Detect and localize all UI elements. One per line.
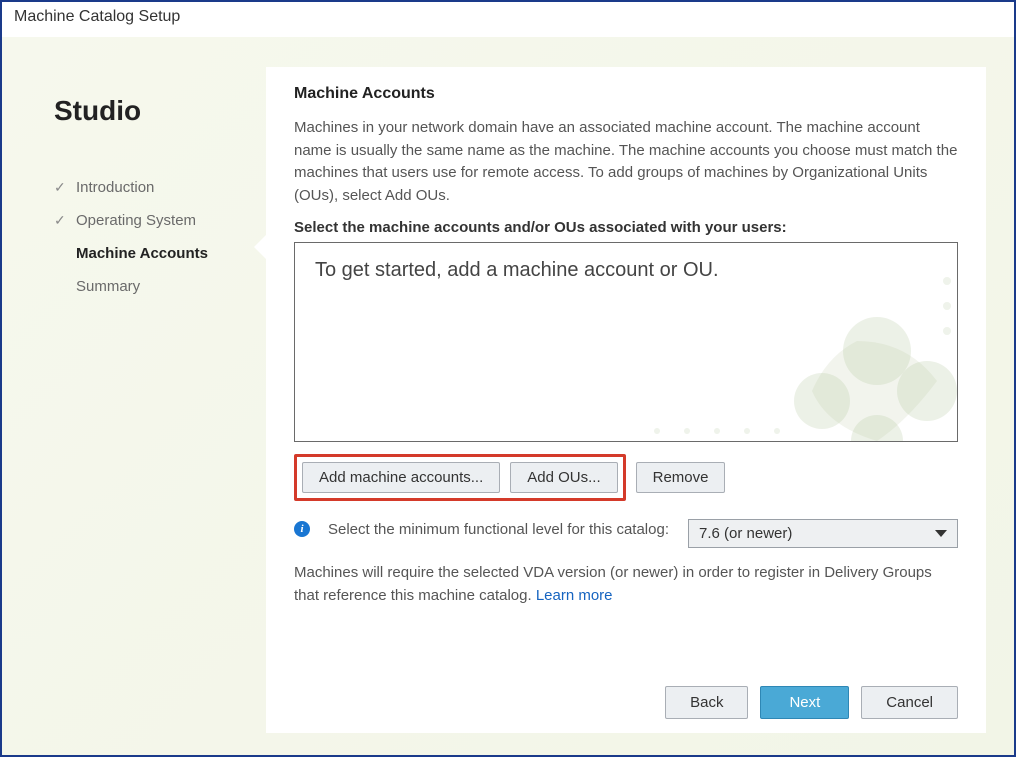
wizard-content: Machine Accounts Machines in your networ… (266, 67, 986, 733)
wizard-footer: Back Next Cancel (294, 658, 958, 719)
add-ous-button[interactable]: Add OUs... (510, 462, 617, 493)
select-accounts-label: Select the machine accounts and/or OUs a… (294, 219, 958, 236)
wizard-sidebar: Studio Introduction Operating System Mac… (30, 67, 266, 733)
info-icon: i (294, 521, 310, 537)
next-button[interactable]: Next (760, 686, 849, 719)
chevron-down-icon (935, 530, 947, 537)
step-summary[interactable]: Summary (54, 270, 256, 303)
learn-more-link[interactable]: Learn more (536, 587, 613, 604)
highlight-box: Add machine accounts... Add OUs... (294, 454, 626, 501)
window-title: Machine Catalog Setup (2, 2, 1014, 37)
step-machine-accounts[interactable]: Machine Accounts (54, 237, 256, 270)
page-heading: Machine Accounts (294, 85, 958, 103)
cancel-button[interactable]: Cancel (861, 686, 958, 719)
back-button[interactable]: Back (665, 686, 748, 719)
accounts-listbox[interactable]: To get started, add a machine account or… (294, 242, 958, 442)
functional-level-select[interactable]: 7.6 (or newer) (688, 519, 958, 548)
brand-title: Studio (54, 95, 256, 127)
wizard-steps: Introduction Operating System Machine Ac… (54, 171, 256, 303)
functional-level-value: 7.6 (or newer) (699, 525, 792, 542)
vda-note: Machines will require the selected VDA v… (294, 562, 958, 607)
intro-text: Machines in your network domain have an … (294, 117, 958, 207)
remove-button[interactable]: Remove (636, 462, 726, 493)
step-operating-system[interactable]: Operating System (54, 204, 256, 237)
add-machine-accounts-button[interactable]: Add machine accounts... (302, 462, 500, 493)
step-introduction[interactable]: Introduction (54, 171, 256, 204)
functional-level-label: Select the minimum functional level for … (328, 519, 670, 540)
listbox-placeholder: To get started, add a machine account or… (315, 259, 719, 281)
